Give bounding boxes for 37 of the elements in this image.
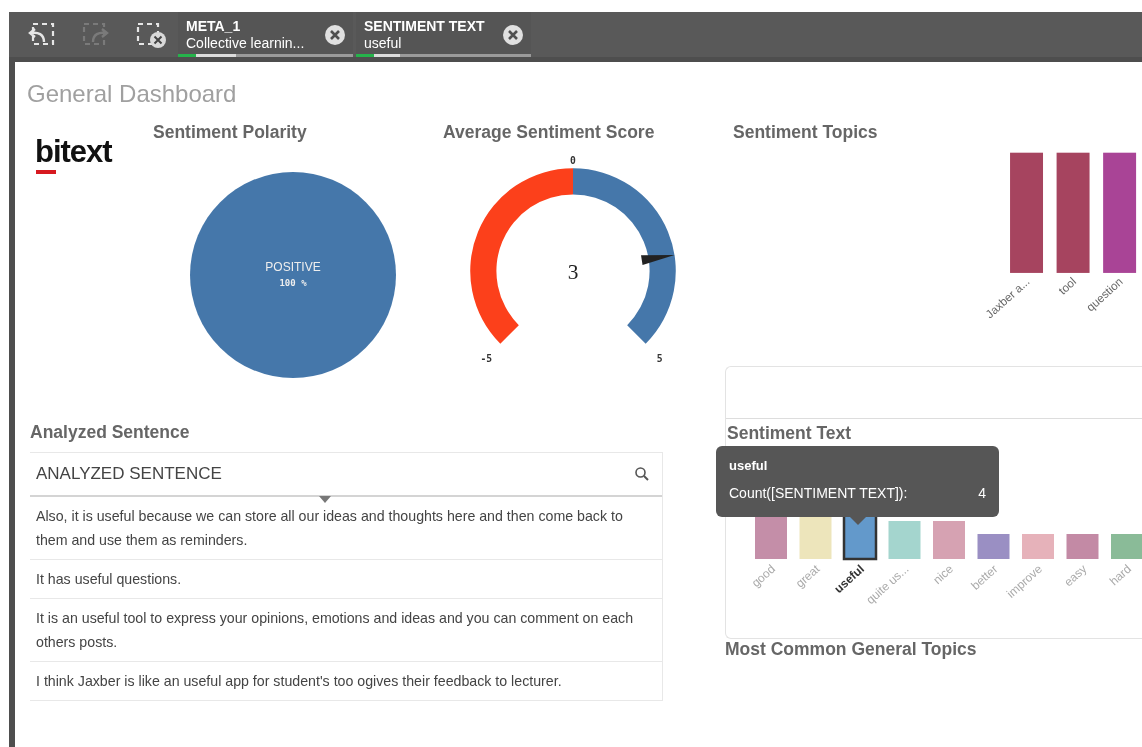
- slice-value: 100 %: [279, 278, 307, 288]
- tooltip-measure: Count([SENTIMENT TEXT]):: [729, 485, 908, 501]
- sort-indicator-icon: [319, 496, 331, 503]
- search-icon[interactable]: [634, 466, 650, 482]
- chart-title: Most Common General Topics: [725, 639, 978, 660]
- selection-chip[interactable]: SENTIMENT TEXT useful: [356, 12, 531, 57]
- gauge-tick-label: -5: [480, 352, 493, 364]
- axis-label: tool: [1055, 274, 1079, 297]
- gauge-tick-label: 0: [570, 155, 576, 167]
- selection-chip[interactable]: META_1 Collective learnin...: [178, 12, 353, 57]
- pie-slice[interactable]: [190, 172, 396, 378]
- chart-title: Sentiment Topics: [733, 122, 879, 143]
- listbox-header: ANALYZED SENTENCE: [36, 464, 222, 484]
- close-icon[interactable]: [325, 24, 345, 45]
- chart-title: Sentiment Polarity: [153, 122, 308, 143]
- bar[interactable]: [1103, 152, 1137, 273]
- list-item[interactable]: It is an useful tool to express your opinions, emotions and ideas and you can comment on each others posts.: [30, 599, 662, 662]
- selection-value: Collective learnin...: [186, 34, 306, 52]
- list-item[interactable]: I think Jaxber is like an useful app for student's too ogives their feedback to lecturer.: [30, 662, 662, 701]
- selection-field: META_1: [186, 17, 325, 35]
- axis-label: nice: [930, 561, 956, 587]
- close-icon[interactable]: [503, 24, 523, 45]
- tooltip-value: 4: [978, 485, 986, 501]
- list-item[interactable]: It has useful questions.: [30, 560, 662, 599]
- selection-field: SENTIMENT TEXT: [364, 17, 503, 35]
- list-item[interactable]: Also, it is useful because we can store all our ideas and thoughts here and then come back to them and use them as reminders.: [30, 497, 662, 560]
- gauge-value: 3: [567, 259, 579, 284]
- sheet-title: General Dashboard: [27, 80, 238, 109]
- chart-title: Average Sentiment Score: [443, 122, 656, 143]
- selection-value: useful: [364, 34, 403, 52]
- listbox-title: Analyzed Sentence: [30, 422, 191, 443]
- chart-title: Sentiment Text: [726, 423, 853, 444]
- slice-label: POSITIVE: [265, 260, 321, 274]
- gauge-tick-label: 5: [656, 352, 663, 364]
- tooltip-title: useful: [729, 458, 769, 473]
- axis-label: quite us...: [863, 561, 912, 608]
- gauge-needle: [641, 254, 675, 265]
